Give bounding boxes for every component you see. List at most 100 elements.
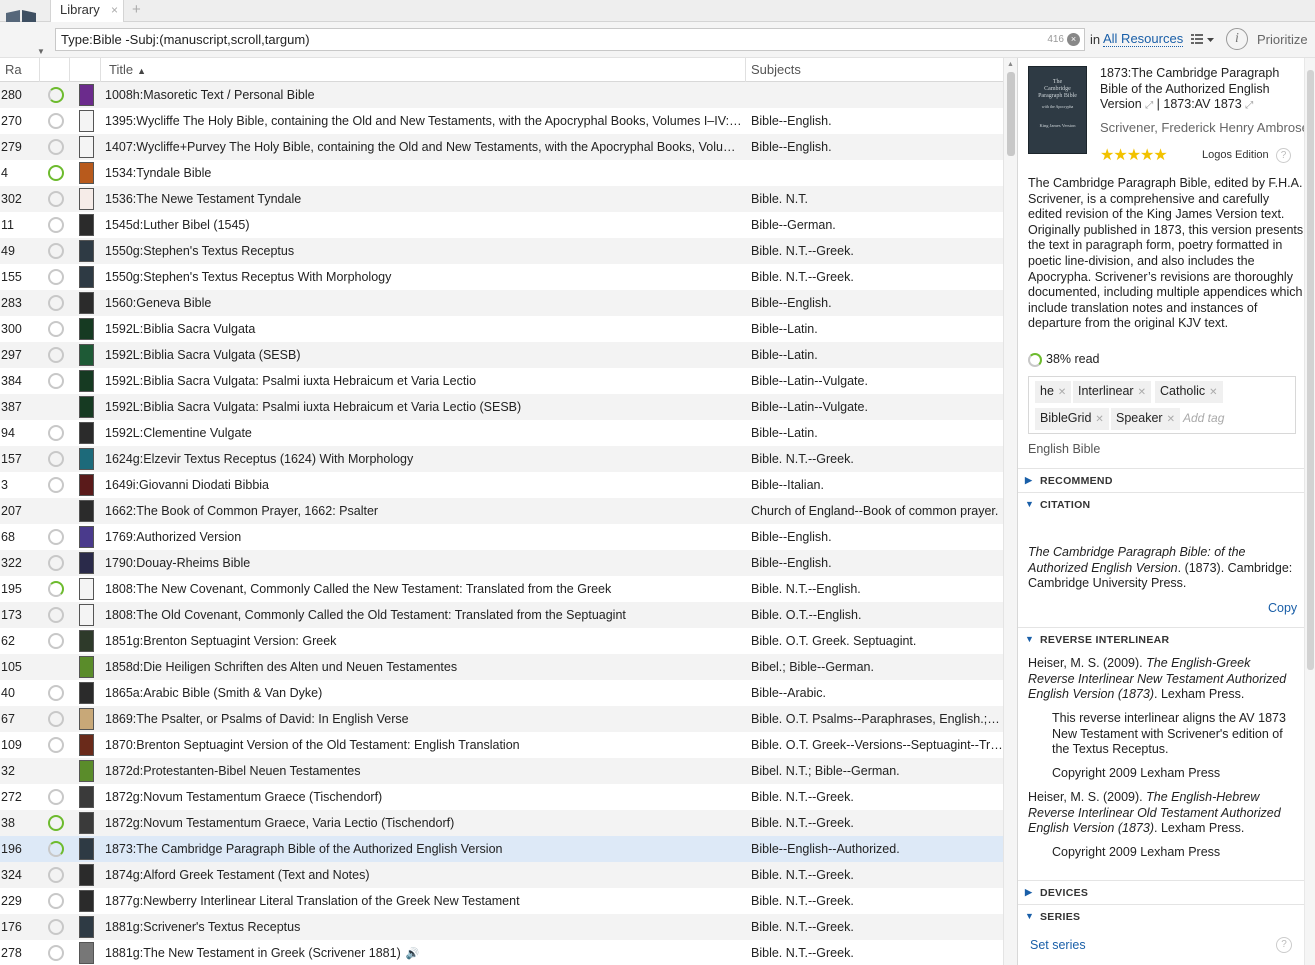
remove-tag-icon[interactable]: ✕ bbox=[1095, 414, 1103, 425]
section-devices[interactable]: ▶ DEVICES bbox=[1018, 880, 1304, 902]
resource-author[interactable]: Scrivener, Frederick Henry Ambrose bbox=[1100, 120, 1309, 135]
scrollbar-thumb[interactable] bbox=[1007, 72, 1015, 156]
title-cell[interactable]: 1592L:Biblia Sacra Vulgata (SESB) bbox=[105, 342, 742, 368]
title-cell[interactable]: 1877g:Newberry Interlinear Literal Trans… bbox=[105, 888, 742, 914]
table-row[interactable]: 229 1877g:Newberry Interlinear Literal Tr… bbox=[0, 888, 1003, 914]
table-row[interactable]: 155 1550g:Stephen's Textus Receptus With … bbox=[0, 264, 1003, 290]
remove-tag-icon[interactable]: ✕ bbox=[1138, 387, 1146, 398]
table-scrollbar[interactable]: ▲ bbox=[1003, 58, 1017, 965]
table-row[interactable]: 11 1545d:Luther Bibel (1545) Bible--German… bbox=[0, 212, 1003, 238]
title-cell[interactable]: 1560:Geneva Bible bbox=[105, 290, 742, 316]
table-row[interactable]: 3 1649i:Giovanni Diodati Bibbia Bible--Ita… bbox=[0, 472, 1003, 498]
title-cell[interactable]: 1881g:The New Testament in Greek (Scrive… bbox=[105, 940, 742, 965]
title-cell[interactable]: 1534:Tyndale Bible bbox=[105, 160, 742, 186]
section-reverse-interlinear[interactable]: ▼ REVERSE INTERLINEAR bbox=[1018, 627, 1304, 649]
table-row[interactable]: 322 1790:Douay-Rheims Bible Bible--English… bbox=[0, 550, 1003, 576]
add-tag-input[interactable]: Add tag bbox=[1183, 411, 1224, 425]
tab-library[interactable]: Library × bbox=[50, 0, 124, 23]
title-cell[interactable]: 1858d:Die Heiligen Schriften des Alten u… bbox=[105, 654, 742, 680]
table-row[interactable]: 283 1560:Geneva Bible Bible--English. bbox=[0, 290, 1003, 316]
title-cell[interactable]: 1870:Brenton Septuagint Version of the O… bbox=[105, 732, 742, 758]
set-series-link[interactable]: Set series bbox=[1030, 938, 1086, 952]
tags-editor[interactable]: he ✕ Interlinear ✕ Catholic ✕ BibleGrid ✕ Sp… bbox=[1028, 376, 1296, 434]
help-icon[interactable]: ? bbox=[1276, 148, 1291, 163]
close-icon[interactable]: × bbox=[111, 3, 118, 17]
search-input[interactable]: Type:Bible -Subj:(manuscript,scroll,targ… bbox=[55, 28, 1085, 51]
section-recommend[interactable]: ▶ RECOMMEND bbox=[1018, 468, 1304, 490]
table-row[interactable]: 32 1872d:Protestanten-Bibel Neuen Testame… bbox=[0, 758, 1003, 784]
title-cell[interactable]: 1808:The Old Covenant, Commonly Called t… bbox=[105, 602, 742, 628]
panel-scrollbar[interactable] bbox=[1304, 58, 1315, 965]
title-cell[interactable]: 1872d:Protestanten-Bibel Neuen Testament… bbox=[105, 758, 742, 784]
title-cell[interactable]: 1545d:Luther Bibel (1545) bbox=[105, 212, 742, 238]
table-row[interactable]: 300 1592L:Biblia Sacra Vulgata Bible--Lati… bbox=[0, 316, 1003, 342]
table-row[interactable]: 40 1865a:Arabic Bible (Smith & Van Dyke) B… bbox=[0, 680, 1003, 706]
remove-tag-icon[interactable]: ✕ bbox=[1058, 387, 1066, 398]
tag-chip[interactable]: Speaker ✕ bbox=[1111, 408, 1180, 430]
title-cell[interactable]: 1874g:Alford Greek Testament (Text and N… bbox=[105, 862, 742, 888]
remove-tag-icon[interactable]: ✕ bbox=[1209, 387, 1217, 398]
title-cell[interactable]: 1808:The New Covenant, Commonly Called t… bbox=[105, 576, 742, 602]
table-row[interactable]: 324 1874g:Alford Greek Testament (Text an… bbox=[0, 862, 1003, 888]
table-row[interactable]: 270 1395:Wycliffe The Holy Bible, contain… bbox=[0, 108, 1003, 134]
title-cell[interactable]: 1592L:Clementine Vulgate bbox=[105, 420, 742, 446]
title-cell[interactable]: 1550g:Stephen's Textus Receptus bbox=[105, 238, 742, 264]
table-row[interactable]: 68 1769:Authorized Version Bible--English. bbox=[0, 524, 1003, 550]
table-row[interactable]: 176 1881g:Scrivener's Textus Receptus Bibl… bbox=[0, 914, 1003, 940]
title-cell[interactable]: 1008h:Masoretic Text / Personal Bible bbox=[105, 82, 742, 108]
table-row[interactable]: 297 1592L:Biblia Sacra Vulgata (SESB) Bibl… bbox=[0, 342, 1003, 368]
add-tab-icon[interactable]: + bbox=[132, 1, 141, 18]
column-status[interactable] bbox=[40, 58, 70, 82]
table-row[interactable]: 278 1881g:The New Testament in Greek (Scr… bbox=[0, 940, 1003, 965]
table-row[interactable]: 280 1008h:Masoretic Text / Personal Bible bbox=[0, 82, 1003, 108]
clear-search-icon[interactable]: × bbox=[1067, 33, 1080, 46]
table-row[interactable]: 4 1534:Tyndale Bible bbox=[0, 160, 1003, 186]
audio-icon[interactable]: 🔊 bbox=[406, 948, 420, 960]
title-cell[interactable]: 1649i:Giovanni Diodati Bibbia bbox=[105, 472, 742, 498]
title-cell[interactable]: 1769:Authorized Version bbox=[105, 524, 742, 550]
scrollbar-thumb[interactable] bbox=[1307, 70, 1314, 670]
title-cell[interactable]: 1872g:Novum Testamentum Graece, Varia Le… bbox=[105, 810, 742, 836]
resource-scope-link[interactable]: All Resources bbox=[1103, 32, 1184, 47]
table-row[interactable]: 207 1662:The Book of Common Prayer, 1662:… bbox=[0, 498, 1003, 524]
rating-stars[interactable]: ★★★★★ bbox=[1100, 145, 1168, 165]
remove-tag-icon[interactable]: ✕ bbox=[1167, 414, 1175, 425]
title-cell[interactable]: 1872g:Novum Testamentum Graece (Tischend… bbox=[105, 784, 742, 810]
tag-chip[interactable]: BibleGrid ✕ bbox=[1035, 408, 1109, 430]
table-row[interactable]: 105 1858d:Die Heiligen Schriften des Alte… bbox=[0, 654, 1003, 680]
ri-ot-citation[interactable]: Heiser, M. S. (2009). The English-Hebrew… bbox=[1028, 790, 1298, 837]
table-row[interactable]: 387 1592L:Biblia Sacra Vulgata: Psalmi iu… bbox=[0, 394, 1003, 420]
title-cell[interactable]: 1407:Wycliffe+Purvey The Holy Bible, con… bbox=[105, 134, 742, 160]
table-row[interactable]: 384 1592L:Biblia Sacra Vulgata: Psalmi iu… bbox=[0, 368, 1003, 394]
ri-nt-citation[interactable]: Heiser, M. S. (2009). The English-Greek … bbox=[1028, 656, 1298, 703]
tag-chip[interactable]: he ✕ bbox=[1035, 381, 1072, 403]
title-cell[interactable]: 1592L:Biblia Sacra Vulgata: Psalmi iuxta… bbox=[105, 368, 742, 394]
copy-citation-button[interactable]: Copy bbox=[1268, 601, 1297, 615]
title-cell[interactable]: 1624g:Elzevir Textus Receptus (1624) Wit… bbox=[105, 446, 742, 472]
table-row[interactable]: 49 1550g:Stephen's Textus Receptus Bible. … bbox=[0, 238, 1003, 264]
title-cell[interactable]: 1592L:Biblia Sacra Vulgata: Psalmi iuxta… bbox=[105, 394, 742, 420]
title-cell[interactable]: 1869:The Psalter, or Psalms of David: In… bbox=[105, 706, 742, 732]
table-row[interactable]: 62 1851g:Brenton Septuagint Version: Gree… bbox=[0, 628, 1003, 654]
table-row[interactable]: 109 1870:Brenton Septuagint Version of th… bbox=[0, 732, 1003, 758]
title-cell[interactable]: 1550g:Stephen's Textus Receptus With Mor… bbox=[105, 264, 742, 290]
title-cell[interactable]: 1790:Douay-Rheims Bible bbox=[105, 550, 742, 576]
section-series[interactable]: ▼ SERIES bbox=[1018, 904, 1304, 926]
title-cell[interactable]: 1395:Wycliffe The Holy Bible, containing… bbox=[105, 108, 742, 134]
title-cell[interactable]: 1865a:Arabic Bible (Smith & Van Dyke) bbox=[105, 680, 742, 706]
table-row[interactable]: 67 1869:The Psalter, or Psalms of David: … bbox=[0, 706, 1003, 732]
title-cell[interactable]: 1881g:Scrivener's Textus Receptus bbox=[105, 914, 742, 940]
edit-abbrev-icon[interactable]: ⤢ bbox=[1245, 100, 1253, 111]
help-icon[interactable]: ? bbox=[1276, 937, 1292, 953]
edit-title-icon[interactable]: ⤢ bbox=[1145, 100, 1153, 111]
table-row[interactable]: 94 1592L:Clementine Vulgate Bible--Latin. bbox=[0, 420, 1003, 446]
column-title[interactable]: Title ▲ bbox=[101, 58, 746, 82]
search-history-dropdown-icon[interactable]: ▼ bbox=[37, 47, 45, 56]
column-cover[interactable] bbox=[70, 58, 101, 82]
title-cell[interactable]: 1873:The Cambridge Paragraph Bible of th… bbox=[105, 836, 742, 862]
title-cell[interactable]: 1592L:Biblia Sacra Vulgata bbox=[105, 316, 742, 342]
view-options-icon[interactable] bbox=[1190, 32, 1218, 48]
section-citation[interactable]: ▼ CITATION bbox=[1018, 492, 1304, 514]
table-row[interactable]: 196 1873:The Cambridge Paragraph Bible of… bbox=[0, 836, 1003, 862]
table-row[interactable]: 279 1407:Wycliffe+Purvey The Holy Bible, … bbox=[0, 134, 1003, 160]
